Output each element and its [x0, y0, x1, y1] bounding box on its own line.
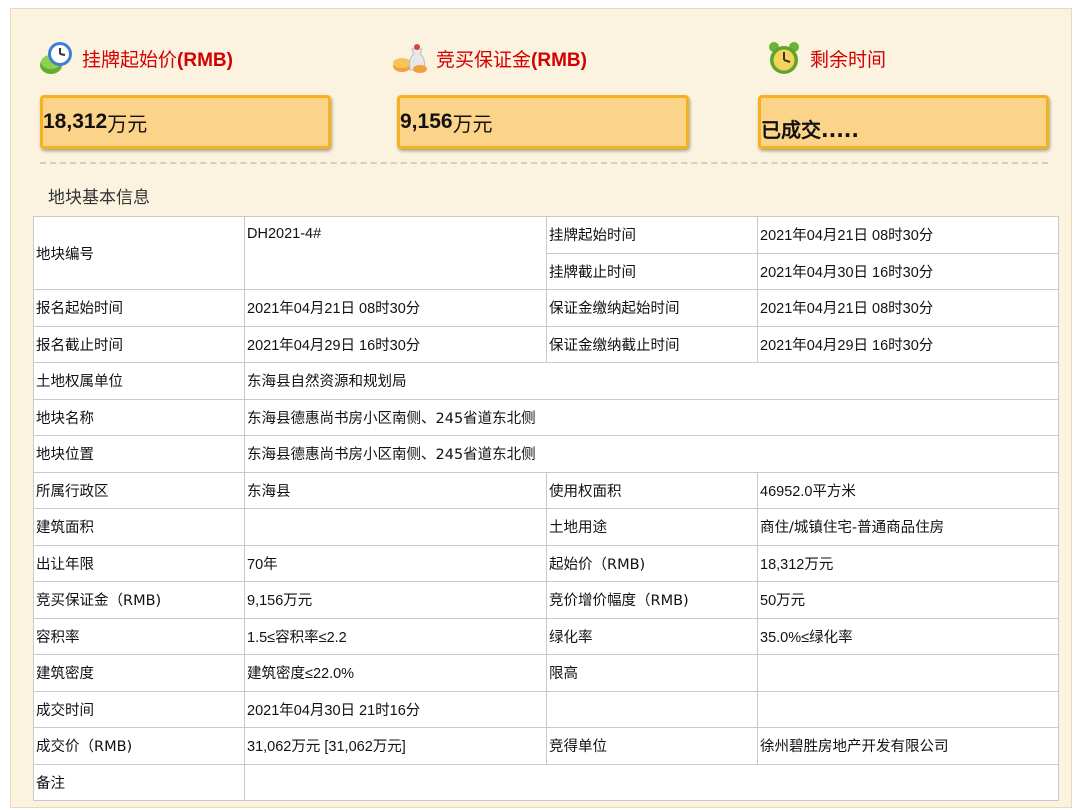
table-row: 出让年限 70年 起始价（RMB) 18,312万元	[33, 544, 1059, 582]
far: 1.5≤容积率≤2.2	[244, 617, 547, 655]
deal-price-label: 成交价（RMB)	[33, 727, 245, 765]
parcel-info-table: 地块编号 DH2021-4# 挂牌起始时间 2021年04月21日 08时30分…	[33, 216, 1059, 801]
deposit-cell: 9,156万元	[244, 581, 547, 619]
table-row: 所属行政区 东海县 使用权面积 46952.0平方米	[33, 471, 1059, 509]
height	[757, 654, 1059, 692]
remaining-value: 已成交.....	[761, 117, 859, 142]
build-area-label: 建筑面积	[33, 508, 245, 546]
deposit-label-cell: 竞买保证金（RMB)	[33, 581, 245, 619]
start-price-label: 挂牌起始价	[82, 48, 178, 71]
empty-cell	[546, 690, 758, 728]
start-price-unit: 万元	[107, 111, 148, 136]
reg-start: 2021年04月21日 08时30分	[244, 289, 547, 327]
dep-end: 2021年04月29日 16时30分	[757, 325, 1059, 363]
use-area: 46952.0平方米	[757, 471, 1059, 509]
term-label: 出让年限	[33, 544, 245, 582]
land-use: 商住/城镇住宅-普通商品住房	[757, 508, 1059, 546]
deal-time-label: 成交时间	[33, 690, 245, 728]
list-end: 2021年04月30日 16时30分	[757, 252, 1059, 290]
start-price-box: 18,312 万元	[40, 95, 331, 149]
coins-bag-icon	[393, 44, 427, 73]
table-row: 容积率 1.5≤容积率≤2.2 绿化率 35.0%≤绿化率	[33, 617, 1059, 655]
start-price-label-cell: 起始价（RMB)	[546, 544, 758, 582]
deal-price: 31,062万元 [31,062万元]	[244, 727, 547, 765]
remaining-box: 已成交.....	[758, 95, 1049, 149]
alarm-clock-icon	[769, 42, 799, 74]
empty-cell	[757, 690, 1059, 728]
list-end-label: 挂牌截止时间	[546, 252, 758, 290]
remaining-label: 剩余时间	[810, 48, 887, 71]
parcel-location: 东海县德惠尚书房小区南侧、245省道东北侧	[244, 435, 1059, 473]
land-use-label: 土地用途	[546, 508, 758, 546]
table-row: 地块编号 DH2021-4# 挂牌起始时间 2021年04月21日 08时30分	[33, 216, 1059, 290]
location-label: 地块位置	[33, 435, 245, 473]
density-label: 建筑密度	[33, 654, 245, 692]
dep-start: 2021年04月21日 08时30分	[757, 289, 1059, 327]
deposit-label: 竞买保证金	[436, 48, 532, 71]
owner: 东海县自然资源和规划局	[244, 362, 1059, 400]
density: 建筑密度≤22.0%	[244, 654, 547, 692]
table-row: 备注	[33, 763, 1059, 801]
table-row: 成交时间 2021年04月30日 21时16分	[33, 690, 1059, 728]
table-row: 地块名称 东海县德惠尚书房小区南侧、245省道东北侧	[33, 398, 1059, 436]
deposit-unit-tag: (RMB)	[531, 49, 587, 71]
money-clock-icon	[40, 42, 72, 74]
deposit-header: 竞买保证金(RMB)	[392, 40, 587, 76]
table-row: 建筑面积 土地用途 商住/城镇住宅-普通商品住房	[33, 508, 1059, 546]
deposit-value: 9,156	[400, 110, 453, 133]
dep-end-label: 保证金缴纳截止时间	[546, 325, 758, 363]
reg-end: 2021年04月29日 16时30分	[244, 325, 547, 363]
build-area	[244, 508, 547, 546]
list-start-label: 挂牌起始时间	[546, 216, 758, 254]
use-area-label: 使用权面积	[546, 471, 758, 509]
table-row: 成交价（RMB) 31,062万元 [31,062万元] 竞得单位 徐州碧胜房地…	[33, 727, 1059, 765]
deal-time: 2021年04月30日 21时16分	[244, 690, 547, 728]
reg-end-label: 报名截止时间	[33, 325, 245, 363]
far-label: 容积率	[33, 617, 245, 655]
dep-start-label: 保证金缴纳起始时间	[546, 289, 758, 327]
remark	[244, 763, 1059, 801]
start-price-unit-tag: (RMB)	[177, 49, 233, 71]
name-label: 地块名称	[33, 398, 245, 436]
owner-label: 土地权属单位	[33, 362, 245, 400]
parcel-no: DH2021-4#	[244, 216, 547, 290]
term: 70年	[244, 544, 547, 582]
district-label: 所属行政区	[33, 471, 245, 509]
reg-start-label: 报名起始时间	[33, 289, 245, 327]
start-price-value: 18,312	[43, 110, 108, 133]
table-row: 建筑密度 建筑密度≤22.0% 限高	[33, 654, 1059, 692]
remaining-header: 剩余时间	[766, 40, 886, 76]
table-row: 土地权属单位 东海县自然资源和规划局	[33, 362, 1059, 400]
start-price-cell: 18,312万元	[757, 544, 1059, 582]
winner-label: 竞得单位	[546, 727, 758, 765]
table-row: 竞买保证金（RMB) 9,156万元 竞价增价幅度（RMB) 50万元	[33, 581, 1059, 619]
table-row: 地块位置 东海县德惠尚书房小区南侧、245省道东北侧	[33, 435, 1059, 473]
remark-label: 备注	[33, 763, 245, 801]
table-row: 报名截止时间 2021年04月29日 16时30分 保证金缴纳截止时间 2021…	[33, 325, 1059, 363]
divider	[40, 162, 1048, 164]
height-label: 限高	[546, 654, 758, 692]
green: 35.0%≤绿化率	[757, 617, 1059, 655]
increment: 50万元	[757, 581, 1059, 619]
winner: 徐州碧胜房地产开发有限公司	[757, 727, 1059, 765]
green-label: 绿化率	[546, 617, 758, 655]
section-title: 地块基本信息	[48, 188, 150, 208]
deposit-unit: 万元	[452, 111, 493, 136]
parcel-no-label: 地块编号	[33, 216, 245, 290]
start-price-header: 挂牌起始价(RMB)	[38, 40, 233, 76]
table-row: 报名起始时间 2021年04月21日 08时30分 保证金缴纳起始时间 2021…	[33, 289, 1059, 327]
increment-label: 竞价增价幅度（RMB)	[546, 581, 758, 619]
district: 东海县	[244, 471, 547, 509]
parcel-name: 东海县德惠尚书房小区南侧、245省道东北侧	[244, 398, 1059, 436]
deposit-box: 9,156 万元	[397, 95, 689, 149]
list-start: 2021年04月21日 08时30分	[757, 216, 1059, 254]
